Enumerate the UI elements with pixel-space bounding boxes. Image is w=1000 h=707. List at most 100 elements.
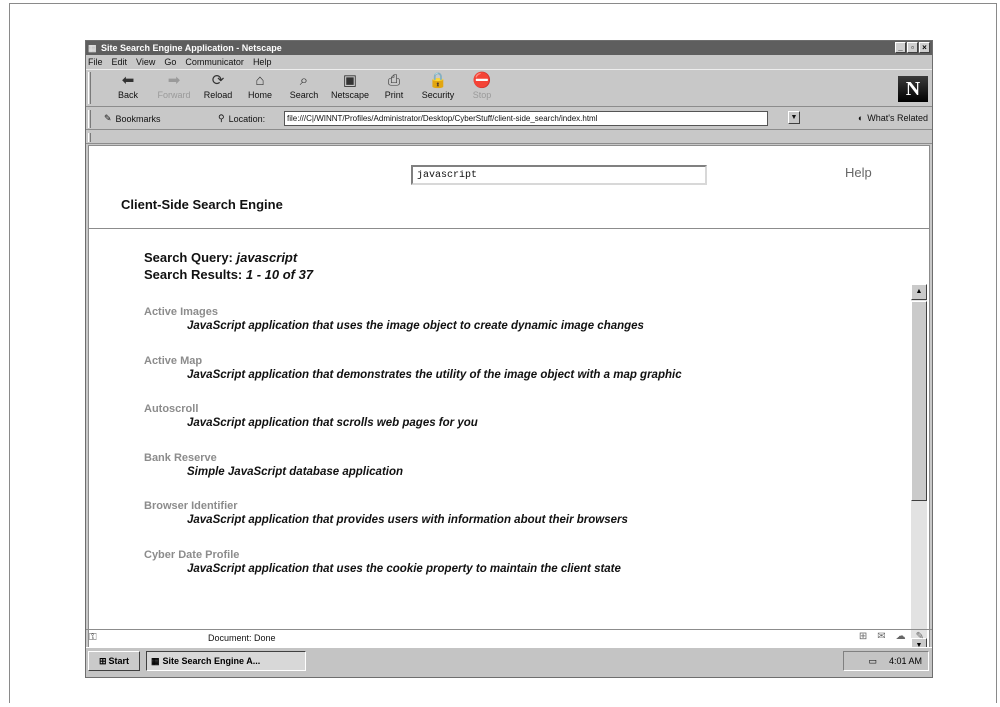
scroll-up-button[interactable]: ▲ — [911, 284, 927, 300]
result-title-link[interactable]: Active Map — [144, 354, 904, 368]
discussion-component-icon[interactable]: ☁ — [896, 631, 906, 642]
search-results-label: Search Results: — [144, 267, 243, 282]
toolbar-grip[interactable] — [88, 72, 91, 104]
start-label: Start — [108, 656, 130, 666]
location-label: ⚲ Location: — [218, 113, 265, 124]
status-bar: ⚿ Document: Done ⊞ ✉ ☁ ✎ — [86, 629, 932, 645]
menu-help[interactable]: Help — [253, 57, 272, 67]
search-results-range: 1 - 10 of 37 — [245, 267, 314, 282]
bookmarks-icon: ✎ — [104, 113, 112, 123]
mail-component-icon[interactable]: ✉ — [877, 631, 885, 642]
taskbar-item-netscape[interactable]: ▦ Site Search Engine A... — [146, 651, 306, 671]
search-query-label: Search Query: — [144, 250, 233, 265]
security-button[interactable]: 🔒 Security — [416, 72, 460, 106]
result-title-link[interactable]: Browser Identifier — [144, 499, 904, 513]
print-button[interactable]: ⎙ Print — [372, 72, 416, 106]
result-description: JavaScript application that uses the ima… — [187, 320, 644, 332]
network-tray-icon[interactable]: ▭ — [868, 656, 877, 667]
menu-communicator[interactable]: Communicator — [185, 57, 244, 67]
result-item: Active Map JavaScript application that d… — [144, 354, 904, 403]
home-button[interactable]: ⌂ Home — [238, 72, 282, 106]
url-dropdown-button[interactable]: ▼ — [788, 111, 800, 124]
task-label: Site Search Engine A... — [162, 656, 261, 666]
bookmarks-button[interactable]: ✎ Bookmarks — [104, 113, 161, 124]
status-text: Document: Done — [208, 633, 276, 643]
stop-button[interactable]: ⛔ Stop — [460, 72, 504, 106]
search-query-input[interactable] — [411, 165, 707, 185]
menu-file[interactable]: File — [88, 57, 103, 67]
menu-view[interactable]: View — [136, 57, 155, 67]
start-button[interactable]: ⊞ Start — [88, 651, 140, 671]
forward-arrow-icon: ➡ — [167, 72, 181, 89]
result-item: Active Images JavaScript application tha… — [144, 305, 904, 354]
netscape-label: Netscape — [330, 90, 370, 100]
app-title: Client-Side Search Engine — [121, 197, 283, 212]
location-label-text: Location: — [228, 113, 266, 124]
back-button[interactable]: ⬅ Back — [106, 72, 150, 106]
result-title-link[interactable]: Active Images — [144, 305, 904, 319]
personal-toolbar-grip[interactable] — [88, 133, 91, 142]
component-bar: ⊞ ✉ ☁ ✎ — [859, 631, 924, 642]
whats-related-button[interactable]: ◐ What's Related — [858, 113, 928, 123]
result-description: JavaScript application that scrolls web … — [187, 417, 478, 429]
stop-icon: ⛔ — [472, 72, 492, 89]
result-title-link[interactable]: Autoscroll — [144, 402, 904, 416]
whats-related-icon: ◐ — [857, 113, 864, 123]
page-proxy-icon[interactable]: ⚲ — [218, 113, 225, 124]
title-bar[interactable]: ▦ Site Search Engine Application - Netsc… — [86, 41, 932, 55]
window-title: Site Search Engine Application - Netscap… — [101, 43, 282, 53]
results-frame: Search Query: javascript Search Results:… — [88, 229, 930, 659]
search-button[interactable]: ⌕ Search — [282, 72, 326, 106]
security-label: Security — [421, 90, 455, 100]
reload-icon: ⟳ — [211, 72, 225, 89]
result-item: Cyber Date Profile JavaScript applicatio… — [144, 548, 904, 597]
search-label: Search — [289, 90, 319, 100]
reload-button[interactable]: ⟳ Reload — [196, 72, 240, 106]
search-icon: ⌕ — [299, 72, 309, 89]
scrollbar-thumb[interactable] — [911, 301, 927, 501]
result-item: Browser Identifier JavaScript applicatio… — [144, 499, 904, 548]
result-item: Autoscroll JavaScript application that s… — [144, 402, 904, 451]
navigation-toolbar: ⬅ Back ➡ Forward ⟳ Reload ⌂ Home ⌕ Searc… — [86, 69, 932, 107]
search-query-text: javascript — [236, 250, 298, 265]
chevron-down-icon: ▼ — [790, 114, 798, 121]
result-description: JavaScript application that demonstrates… — [187, 368, 682, 381]
result-item: Bank Reserve Simple JavaScript database … — [144, 451, 904, 500]
navigator-component-icon[interactable]: ⊞ — [859, 631, 867, 642]
menu-go[interactable]: Go — [164, 57, 176, 67]
menu-edit[interactable]: Edit — [112, 57, 128, 67]
netscape-icon: ▣ — [342, 72, 358, 89]
help-link[interactable]: Help — [845, 165, 872, 180]
vertical-scrollbar[interactable]: ▲ ▼ — [911, 284, 927, 654]
personal-toolbar — [86, 131, 932, 144]
home-label: Home — [247, 90, 272, 100]
reload-label: Reload — [203, 90, 233, 100]
close-button[interactable]: × — [919, 42, 930, 53]
system-tray: ▭ 4:01 AM — [843, 651, 929, 671]
forward-label: Forward — [157, 90, 191, 100]
maximize-button[interactable]: ▫ — [907, 42, 918, 53]
netscape-window-icon: ▦ — [88, 43, 97, 53]
home-icon: ⌂ — [255, 72, 265, 89]
netscape-task-icon: ▦ — [151, 655, 160, 666]
location-toolbar-grip[interactable] — [88, 110, 91, 128]
search-results-line: Search Results: 1 - 10 of 37 — [144, 266, 313, 283]
arrow-up-icon: ▲ — [915, 288, 923, 295]
result-title-link[interactable]: Cyber Date Profile — [144, 548, 904, 562]
url-field[interactable]: file:///C|/WINNT/Profiles/Administrator/… — [284, 111, 768, 126]
back-label: Back — [117, 90, 138, 100]
location-toolbar: ✎ Bookmarks ⚲ Location: file:///C|/WINNT… — [86, 108, 932, 130]
search-query-line: Search Query: javascript — [144, 249, 313, 266]
minimize-button[interactable]: _ — [895, 42, 906, 53]
results-summary: Search Query: javascript Search Results:… — [144, 249, 313, 283]
netscape-logo[interactable]: N — [898, 76, 928, 102]
bookmarks-label: Bookmarks — [115, 113, 161, 124]
result-description: Simple JavaScript database application — [187, 465, 404, 478]
netscape-button[interactable]: ▣ Netscape — [328, 72, 372, 106]
result-description: JavaScript application that provides use… — [187, 514, 628, 526]
result-title-link[interactable]: Bank Reserve — [144, 451, 904, 465]
clock: 4:01 AM — [888, 656, 922, 666]
composer-component-icon[interactable]: ✎ — [916, 631, 924, 642]
forward-button[interactable]: ➡ Forward — [152, 72, 196, 106]
security-lock-icon: 🔒 — [428, 72, 448, 89]
